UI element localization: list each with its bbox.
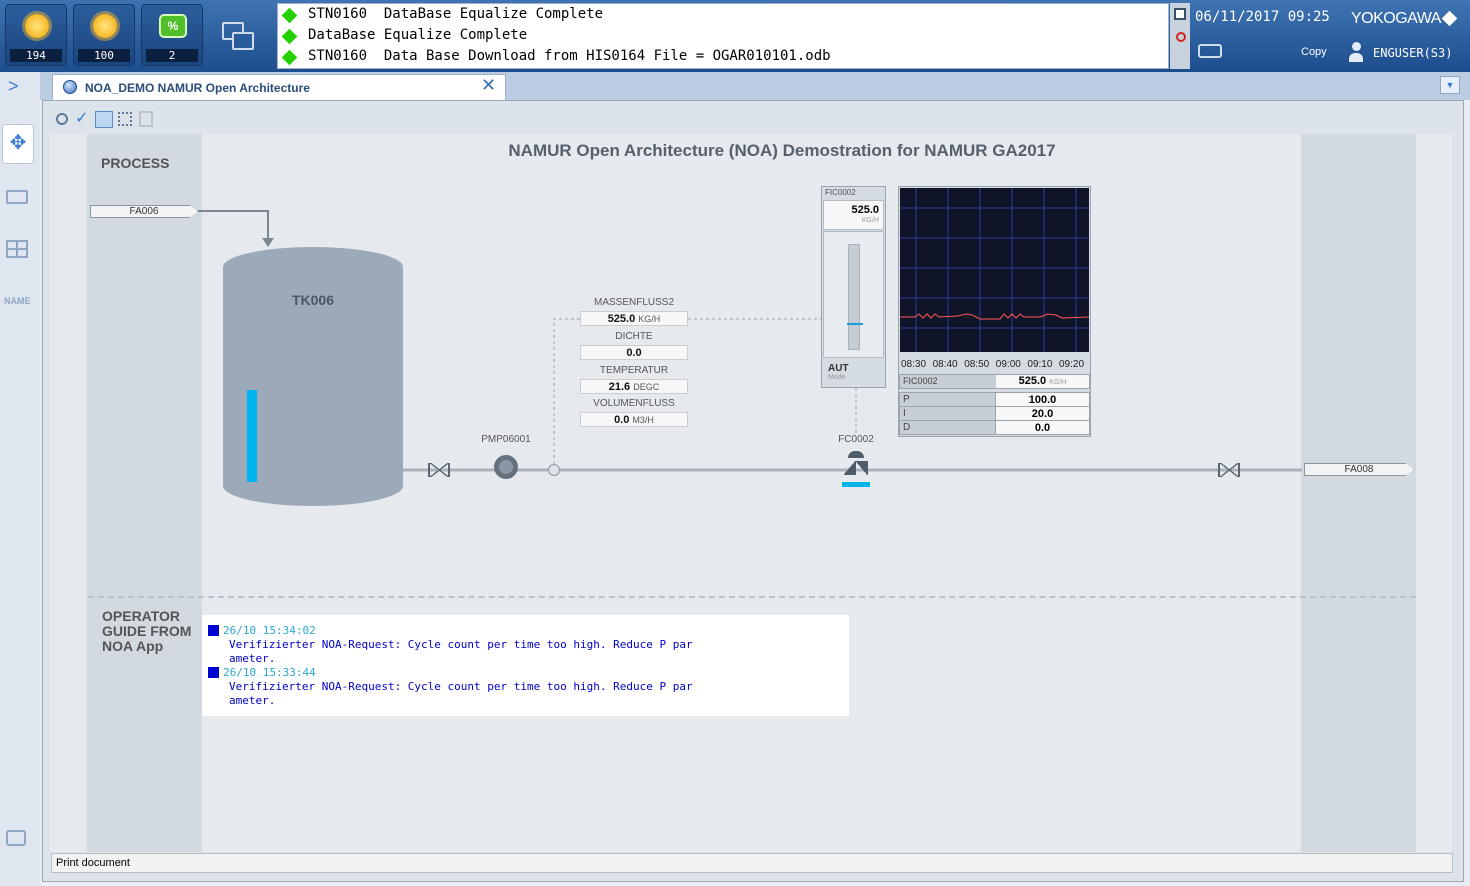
guide-message-line: ameter. xyxy=(229,694,276,707)
outlet-tag[interactable]: FA008 xyxy=(1304,463,1414,476)
faceplate-fic0002[interactable]: FIC0002 525.0 KG/H AUT Mode xyxy=(821,186,886,388)
value: 21.6 xyxy=(608,381,631,393)
massenfluss-value[interactable]: 525.0 KG/H xyxy=(580,311,688,326)
trend-time-tick: 08:40 xyxy=(932,359,958,370)
guide-message-line: Verifizierter NOA-Request: Cycle count p… xyxy=(229,680,693,693)
trend-unit: KG/H xyxy=(1049,379,1067,386)
value: 0.0 xyxy=(626,347,642,359)
faceplate-unit: KG/H xyxy=(861,217,879,224)
faceplate-pv: 525.0 xyxy=(851,204,879,216)
operator-guide-list[interactable]: 26/10 15:34:02 Verifizierter NOA-Request… xyxy=(202,615,849,716)
pump-label: PMP06001 xyxy=(481,434,531,445)
trend-time-tick: 08:50 xyxy=(964,359,990,370)
tank-tk006[interactable]: TK006 xyxy=(223,247,403,506)
pid-row-p[interactable]: P 100.0 xyxy=(899,392,1090,407)
pid-name: P xyxy=(899,392,996,407)
pid-row-d[interactable]: D 0.0 xyxy=(899,420,1090,435)
inlet-label: FA006 xyxy=(129,206,159,217)
temperatur-value[interactable]: 21.6 DEGC xyxy=(580,379,688,394)
guide-message-line: ameter. xyxy=(229,652,276,665)
outlet-label: FA008 xyxy=(1344,464,1374,475)
volumenfluss-value[interactable]: 0.0 M3/H xyxy=(580,412,688,427)
pid-name: I xyxy=(899,406,996,421)
faceplate-tag: FIC0002 xyxy=(825,188,856,197)
faceplate-bar-marker xyxy=(847,323,863,325)
trend-time-tick: 09:10 xyxy=(1027,359,1053,370)
pid-row-i[interactable]: I 20.0 xyxy=(899,406,1090,421)
control-valve-label: FC0002 xyxy=(838,434,874,445)
measurement-label: MASSENFLUSS2 xyxy=(593,297,675,308)
control-valve-icon[interactable] xyxy=(844,451,868,479)
inlet-tag[interactable]: FA006 xyxy=(90,205,198,218)
measurement-label: TEMPERATUR xyxy=(599,365,669,376)
pid-value: 20.0 xyxy=(995,406,1090,421)
piping-diagram xyxy=(198,210,1302,472)
trend-time-tick: 08:30 xyxy=(901,359,927,370)
measurement-label: VOLUMENFLUSS xyxy=(593,398,675,409)
pid-name: D xyxy=(899,420,996,435)
trend-time-tick: 09:00 xyxy=(995,359,1021,370)
pid-table: P 100.0 I 20.0 D 0.0 xyxy=(899,392,1090,435)
pump-icon[interactable] xyxy=(494,455,518,479)
value: 0.0 xyxy=(614,414,630,426)
dichte-value[interactable]: 0.0 xyxy=(580,345,688,360)
status-bar: Print document xyxy=(51,853,1453,873)
trend-chart[interactable] xyxy=(900,188,1089,352)
unit: M3/H xyxy=(632,415,654,425)
manual-valve-icon[interactable] xyxy=(1218,463,1240,477)
valve-position-bar xyxy=(842,482,870,487)
guide-timestamp: 26/10 15:33:44 xyxy=(223,666,316,679)
measurement-label: DICHTE xyxy=(615,331,653,342)
pid-value: 0.0 xyxy=(995,420,1090,435)
tank-level-bar xyxy=(247,390,257,482)
guide-timestamp: 26/10 15:34:02 xyxy=(223,624,316,637)
faceplate-mode-label: Mode xyxy=(828,374,846,381)
unit: DEGC xyxy=(633,382,660,392)
guide-message-line: Verifizierter NOA-Request: Cycle count p… xyxy=(229,638,693,651)
faceplate-mode[interactable]: AUT xyxy=(828,363,849,374)
manual-valve-icon[interactable] xyxy=(428,463,450,477)
tank-label: TK006 xyxy=(291,292,335,308)
guide-marker-icon xyxy=(208,625,219,636)
value: 525.0 xyxy=(607,313,636,325)
trend-value: 525.0 xyxy=(1018,375,1047,387)
trend-time-tick: 09:20 xyxy=(1059,359,1085,370)
trend-time-axis: 08:30 08:40 08:50 09:00 09:10 09:20 xyxy=(900,359,1089,371)
unit: KG/H xyxy=(638,314,661,324)
trend-tag: FIC0002 xyxy=(900,375,996,388)
guide-marker-icon xyxy=(208,667,219,678)
pid-value: 100.0 xyxy=(995,392,1090,407)
trend-readout: FIC0002 525.0 KG/H xyxy=(899,374,1090,389)
sensor-node-icon xyxy=(548,464,560,476)
